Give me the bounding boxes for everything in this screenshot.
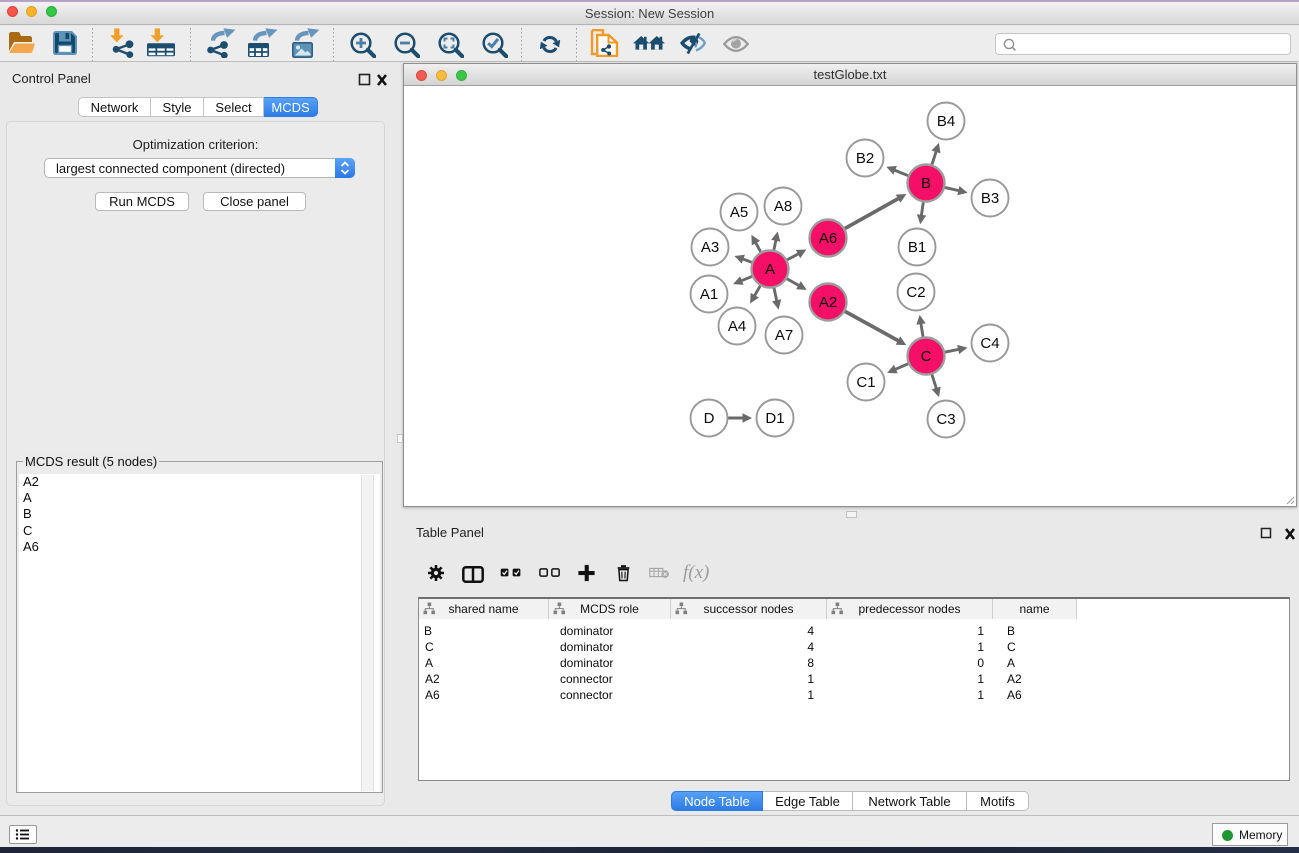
- svg-text:C4: C4: [980, 335, 999, 352]
- svg-text:A3: A3: [701, 239, 719, 256]
- svg-text:C3: C3: [936, 411, 955, 428]
- svg-text:A4: A4: [728, 318, 746, 335]
- svg-text:B3: B3: [981, 190, 999, 207]
- svg-text:A5: A5: [730, 204, 748, 221]
- svg-text:B: B: [921, 175, 931, 192]
- svg-text:A8: A8: [774, 198, 792, 215]
- svg-text:C1: C1: [856, 374, 875, 391]
- svg-text:A7: A7: [775, 327, 793, 344]
- svg-text:A1: A1: [700, 286, 718, 303]
- svg-text:A2: A2: [819, 294, 837, 311]
- svg-text:B2: B2: [856, 150, 874, 167]
- svg-text:B4: B4: [937, 113, 955, 130]
- svg-text:B1: B1: [908, 239, 926, 256]
- svg-text:D: D: [704, 410, 715, 427]
- svg-text:A: A: [765, 261, 775, 278]
- svg-text:C2: C2: [906, 284, 925, 301]
- svg-text:D1: D1: [765, 410, 784, 427]
- svg-text:A6: A6: [819, 230, 837, 247]
- svg-text:C: C: [921, 348, 932, 365]
